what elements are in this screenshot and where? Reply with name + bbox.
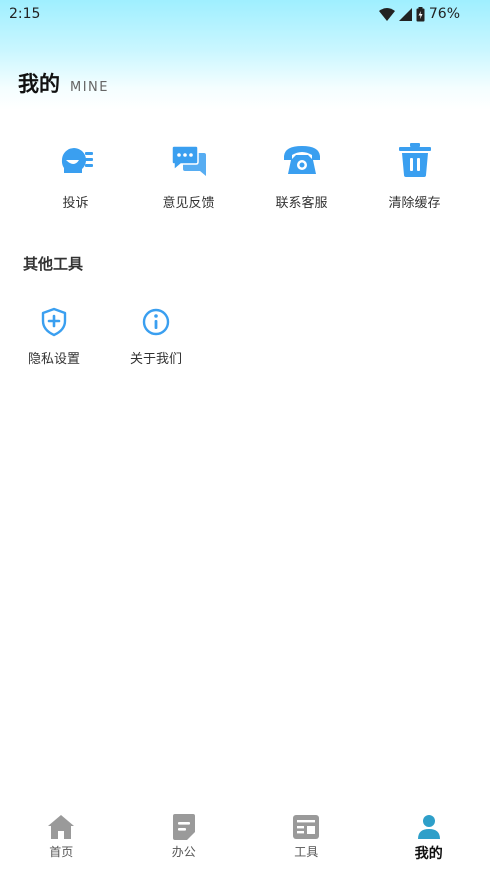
status-bar: 2:15 76% xyxy=(0,0,490,28)
status-time: 2:15 xyxy=(9,6,41,22)
clear-cache-label: 清除缓存 xyxy=(388,196,441,211)
about-us-button[interactable]: 关于我们 xyxy=(105,306,207,367)
other-tools-title: 其他工具 xyxy=(23,255,84,273)
contact-support-label: 联系客服 xyxy=(275,196,328,211)
person-icon xyxy=(415,813,443,841)
nav-item-home[interactable]: 首页 xyxy=(0,806,123,871)
trash-icon xyxy=(395,140,435,180)
nav-item-office[interactable]: 办公 xyxy=(123,806,246,871)
status-indicators: 76% xyxy=(378,6,460,22)
telephone-icon xyxy=(282,140,322,180)
home-icon xyxy=(47,813,75,841)
nav-item-tools-label: 工具 xyxy=(294,845,319,859)
privacy-settings-button[interactable]: 隐私设置 xyxy=(3,306,105,367)
feedback-chat-icon xyxy=(169,140,209,180)
page-subtitle: MINE xyxy=(70,80,109,95)
nav-item-home-label: 首页 xyxy=(49,845,74,859)
about-us-label: 关于我们 xyxy=(129,352,182,367)
page-title: 我的 xyxy=(18,72,60,96)
battery-icon xyxy=(416,6,425,21)
other-tools-grid: 隐私设置 关于我们 xyxy=(0,306,207,367)
feedback-button[interactable]: 意见反馈 xyxy=(132,140,245,211)
page-header: 我的 MINE xyxy=(18,68,109,98)
info-icon xyxy=(140,306,172,338)
nav-item-office-label: 办公 xyxy=(171,845,196,859)
shield-plus-icon xyxy=(38,306,70,338)
nav-item-tools[interactable]: 工具 xyxy=(245,806,368,871)
nav-item-mine[interactable]: 我的 xyxy=(368,806,490,871)
toolbox-icon xyxy=(292,813,320,841)
complaint-button[interactable]: 投诉 xyxy=(19,140,132,211)
privacy-settings-label: 隐私设置 xyxy=(27,352,80,367)
contact-support-button[interactable]: 联系客服 xyxy=(245,140,358,211)
cellular-signal-icon xyxy=(398,7,412,21)
battery-percent: 76% xyxy=(428,6,460,22)
bottom-navigation: 首页 办公 工具 我的 xyxy=(0,806,490,871)
complaint-icon xyxy=(56,140,96,180)
complaint-label: 投诉 xyxy=(62,196,89,211)
nav-item-mine-label: 我的 xyxy=(414,846,443,862)
service-grid: 投诉 意见反馈 联系客服 清除缓存 xyxy=(19,140,471,211)
clear-cache-button[interactable]: 清除缓存 xyxy=(358,140,471,211)
wifi-icon xyxy=(378,7,395,21)
document-icon xyxy=(170,813,198,841)
feedback-label: 意见反馈 xyxy=(162,196,215,211)
